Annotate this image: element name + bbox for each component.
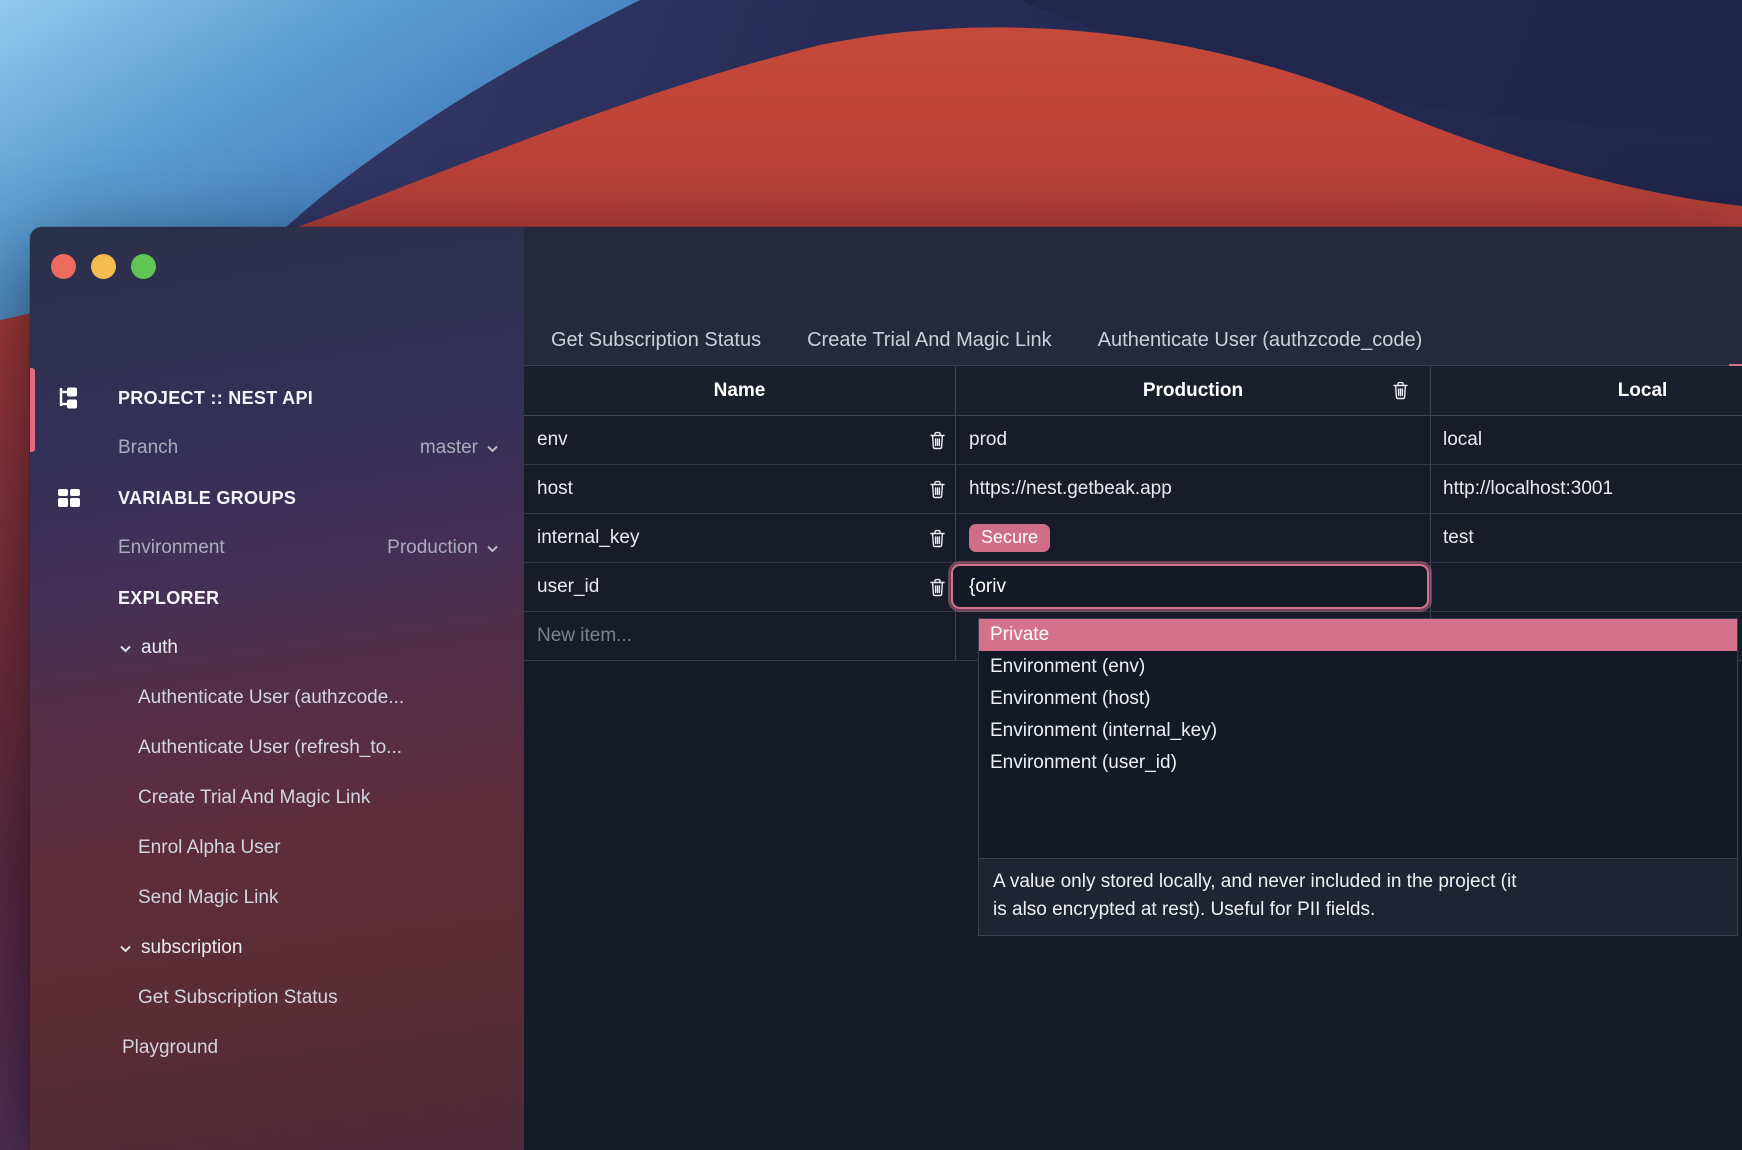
main-pane: Get Subscription Status Create Trial And… [524, 227, 1742, 1150]
new-item-placeholder: New item... [537, 625, 632, 647]
window-controls [51, 254, 156, 279]
option-environment-host[interactable]: Environment (host) [979, 683, 1737, 715]
tree-item-get-subscription-status[interactable]: Get Subscription Status [30, 973, 524, 1023]
variable-name: user_id [537, 576, 599, 598]
tab-authenticate-user-authzcode-code[interactable]: Authenticate User (authzcode_code) [1098, 329, 1423, 352]
variable-name: internal_key [537, 527, 639, 549]
variable-name: host [537, 478, 573, 500]
local-value-cell[interactable] [1431, 563, 1742, 612]
tree-group-auth[interactable]: auth [30, 623, 524, 673]
delete-variable-icon[interactable] [929, 529, 946, 548]
option-environment-internal-key[interactable]: Environment (internal_key) [979, 715, 1737, 747]
branch-value: master [420, 437, 478, 459]
tab-create-trial-and-magic-link[interactable]: Create Trial And Magic Link [807, 329, 1052, 352]
tree-item-enrol-alpha-user[interactable]: Enrol Alpha User [30, 823, 524, 873]
production-value-cell[interactable]: https://nest.getbeak.app [956, 465, 1431, 514]
tree-item-label: Authenticate User (authzcode... [138, 687, 404, 709]
column-header-local: Local [1431, 366, 1742, 416]
description-line: A value only stored locally, and never i… [993, 868, 1723, 896]
branch-row[interactable]: Branch master [30, 423, 524, 473]
environment-label: Environment [30, 537, 225, 559]
app-window: PROJECT :: NEST API Branch master VARIAB… [30, 227, 1742, 1150]
tree-item-label: Get Subscription Status [138, 987, 338, 1009]
tree-item-authenticate-user-authzcode[interactable]: Authenticate User (authzcode... [30, 673, 524, 723]
tree-item-label: Send Magic Link [138, 887, 278, 909]
delete-variable-icon[interactable] [929, 431, 946, 450]
local-value-cell[interactable]: local [1431, 416, 1742, 465]
branch-selector[interactable]: master [420, 437, 500, 459]
project-tree-icon [54, 383, 84, 413]
tree-item-label: Enrol Alpha User [138, 837, 281, 859]
production-value-cell[interactable]: {oriv [956, 563, 1431, 612]
variable-name: env [537, 429, 568, 451]
environment-value: Production [387, 537, 478, 559]
explorer-title: EXPLORER [30, 588, 219, 609]
branch-label: Branch [30, 437, 178, 459]
tree-item-send-magic-link[interactable]: Send Magic Link [30, 873, 524, 923]
option-environment-env[interactable]: Environment (env) [979, 651, 1737, 683]
column-header-label: Production [1143, 380, 1243, 402]
local-value: test [1443, 527, 1474, 549]
column-header-label: Local [1618, 380, 1668, 402]
tree-group-label: subscription [141, 937, 242, 959]
variable-name-cell[interactable]: internal_key [524, 514, 956, 563]
chevron-down-icon [485, 441, 500, 456]
local-value: local [1443, 429, 1482, 451]
column-header-label: Name [714, 380, 766, 402]
description-line: is also encrypted at rest). Useful for P… [993, 896, 1723, 924]
delete-column-icon[interactable] [1392, 381, 1409, 400]
autocomplete-dropdown: Private Environment (env) Environment (h… [978, 618, 1738, 936]
tab-get-subscription-status[interactable]: Get Subscription Status [551, 329, 761, 352]
desktop: { "colors": { "accent_pink": "#d4718c", … [0, 0, 1742, 1150]
sidebar-section-variable-groups[interactable]: VARIABLE GROUPS [30, 473, 524, 523]
column-header-name: Name [524, 366, 956, 416]
environment-selector[interactable]: Production [387, 537, 500, 559]
tree-group-subscription[interactable]: subscription [30, 923, 524, 973]
zoom-window-button[interactable] [131, 254, 156, 279]
tree-item-label: Create Trial And Magic Link [138, 787, 370, 809]
tree-item-playground[interactable]: Playground [30, 1023, 524, 1073]
sidebar: PROJECT :: NEST API Branch master VARIAB… [30, 227, 524, 1150]
column-header-production: Production [956, 366, 1431, 416]
local-value-cell[interactable]: http://localhost:3001 [1431, 465, 1742, 514]
variable-name-cell[interactable]: env [524, 416, 956, 465]
tab-bar: Get Subscription Status Create Trial And… [524, 227, 1742, 366]
sidebar-rows: PROJECT :: NEST API Branch master VARIAB… [30, 373, 524, 1073]
close-window-button[interactable] [51, 254, 76, 279]
production-value: prod [969, 429, 1007, 451]
sidebar-section-project[interactable]: PROJECT :: NEST API [30, 373, 524, 423]
production-value: https://nest.getbeak.app [969, 478, 1172, 500]
production-value-cell[interactable]: prod [956, 416, 1431, 465]
variables-table: Name Production Local env [524, 366, 1742, 661]
tree-item-create-trial-and-magic-link[interactable]: Create Trial And Magic Link [30, 773, 524, 823]
tree-item-label: Playground [122, 1037, 218, 1059]
secure-badge[interactable]: Secure [969, 524, 1050, 552]
delete-variable-icon[interactable] [929, 480, 946, 499]
environment-row[interactable]: Environment Production [30, 523, 524, 573]
local-value-cell[interactable]: test [1431, 514, 1742, 563]
dropdown-spacer [979, 779, 1737, 858]
variable-groups-icon [54, 483, 84, 513]
tree-item-label: Authenticate User (refresh_to... [138, 737, 402, 759]
local-value: http://localhost:3001 [1443, 478, 1613, 500]
production-value-cell[interactable]: Secure [956, 514, 1431, 563]
variable-name-cell[interactable]: user_id [524, 563, 956, 612]
chevron-down-icon [118, 941, 133, 956]
option-environment-user-id[interactable]: Environment (user_id) [979, 747, 1737, 779]
sidebar-section-explorer: EXPLORER [30, 573, 524, 623]
tree-item-authenticate-user-refresh-token[interactable]: Authenticate User (refresh_to... [30, 723, 524, 773]
tree-group-label: auth [141, 637, 178, 659]
value-input[interactable]: {oriv [951, 564, 1429, 609]
minimize-window-button[interactable] [91, 254, 116, 279]
value-input-text: {oriv [969, 576, 1006, 598]
chevron-down-icon [485, 541, 500, 556]
delete-variable-icon[interactable] [929, 578, 946, 597]
option-private[interactable]: Private [979, 619, 1737, 651]
variable-name-cell[interactable]: host [524, 465, 956, 514]
chevron-down-icon [118, 641, 133, 656]
new-item-cell[interactable]: New item... [524, 612, 956, 661]
option-description: A value only stored locally, and never i… [979, 858, 1737, 935]
